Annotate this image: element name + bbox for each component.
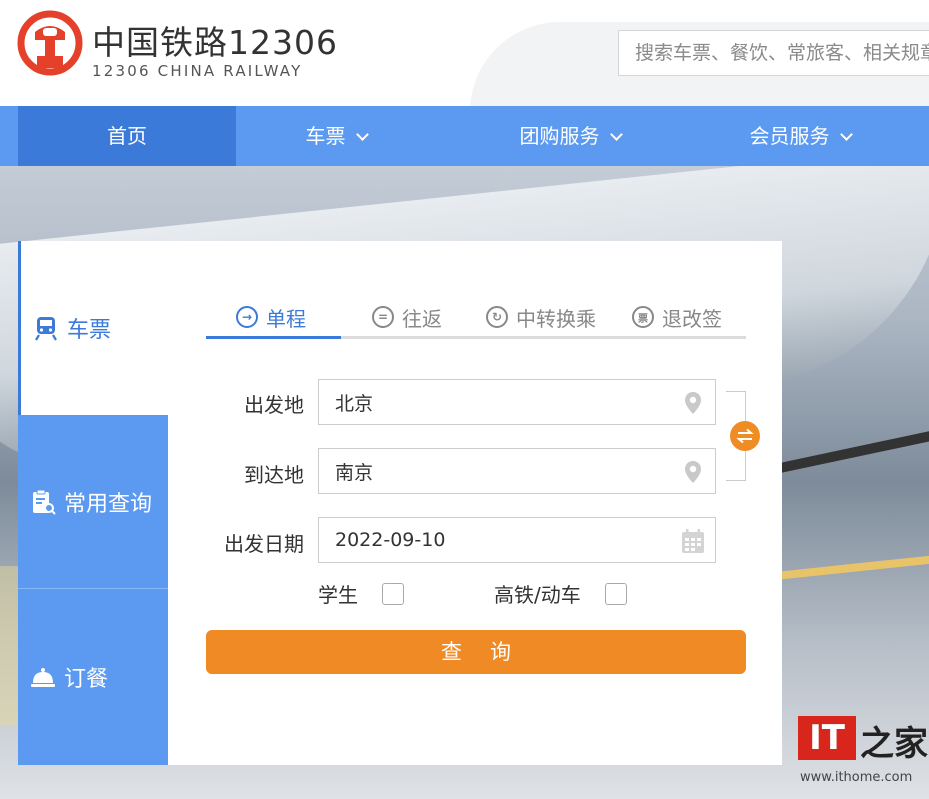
nav-item-label: 首页 xyxy=(107,124,147,148)
sidebar-item-label: 车票 xyxy=(67,318,112,343)
nav-item-label: 团购服务 xyxy=(519,124,600,148)
train-icon xyxy=(35,317,57,341)
ithome-watermark: IT 之家 www.ithome.com xyxy=(798,712,928,797)
main-nav: 首页 车票 团购服务 会员服务 xyxy=(0,106,929,166)
date-label: 出发日期 xyxy=(224,532,304,556)
watermark-url: www.ithome.com xyxy=(800,770,913,785)
query-button[interactable]: 查询 xyxy=(206,630,746,674)
brand-title: 中国铁路12306 xyxy=(92,23,338,62)
active-tab-indicator xyxy=(206,336,341,339)
sidebar-item-label: 常用查询 xyxy=(64,491,153,517)
nav-item-label: 车票 xyxy=(305,124,346,148)
location-pin-icon[interactable] xyxy=(683,460,703,484)
chevron-down-icon xyxy=(839,128,853,141)
student-label: 学生 xyxy=(318,583,358,607)
nav-item-group-service[interactable]: 团购服务 xyxy=(460,106,680,166)
tab-transfer[interactable]: ↻ 中转换乘 xyxy=(486,297,596,337)
tab-label: 退改签 xyxy=(662,306,722,331)
departure-date-input[interactable] xyxy=(319,518,715,562)
sidebar-item-meal-order[interactable]: 订餐 xyxy=(18,589,168,765)
booking-panel: 车票 常用查询 订餐 → 单程 = 往返 ↻ 中转换乘 票 退改签 出发地 北京… xyxy=(18,241,782,765)
food-cloche-icon xyxy=(31,668,55,687)
china-railway-logo[interactable] xyxy=(17,10,83,80)
tab-label: 单程 xyxy=(266,306,306,331)
from-label: 出发地 xyxy=(244,393,304,417)
sidebar-item-common-queries[interactable]: 常用查询 xyxy=(18,415,168,589)
calendar-icon[interactable] xyxy=(681,528,705,554)
to-station-input[interactable] xyxy=(319,449,715,493)
to-label: 到达地 xyxy=(244,463,304,487)
student-option: 学生 xyxy=(318,579,404,608)
sidebar-item-tickets[interactable]: 车票 xyxy=(18,241,168,415)
ticket-circle-icon: 票 xyxy=(632,306,654,328)
trip-type-tabs: → 单程 = 往返 ↻ 中转换乘 票 退改签 xyxy=(206,291,746,339)
nav-item-tickets[interactable]: 车票 xyxy=(236,106,436,166)
to-station-field[interactable] xyxy=(318,448,716,494)
swap-stations-button[interactable] xyxy=(730,421,760,451)
equals-circle-icon: = xyxy=(372,306,394,328)
arrow-circle-icon: → xyxy=(236,306,258,328)
highspeed-option: 高铁/动车 xyxy=(494,579,627,608)
nav-item-label: 会员服务 xyxy=(749,124,830,148)
transfer-circle-icon: ↻ xyxy=(486,306,508,328)
tab-one-way[interactable]: → 单程 xyxy=(236,297,306,337)
ticket-search-form: → 单程 = 往返 ↻ 中转换乘 票 退改签 出发地 北京 到达地 南京 出发日… xyxy=(206,241,760,765)
platform-line xyxy=(780,550,929,580)
nav-item-home[interactable]: 首页 xyxy=(18,106,236,166)
highspeed-label: 高铁/动车 xyxy=(494,583,581,607)
departure-date-field[interactable] xyxy=(318,517,716,563)
booking-sidebar: 车票 常用查询 订餐 xyxy=(18,241,168,765)
header: 中国铁路12306 12306 CHINA RAILWAY xyxy=(0,0,929,106)
watermark-badge: IT xyxy=(798,716,856,760)
site-search[interactable] xyxy=(618,30,929,76)
tab-round-trip[interactable]: = 往返 xyxy=(372,297,442,337)
brand-subtitle: 12306 CHINA RAILWAY xyxy=(92,62,303,80)
location-pin-icon[interactable] xyxy=(683,391,703,415)
banner-stripe xyxy=(761,425,929,477)
nav-item-member-service[interactable]: 会员服务 xyxy=(690,106,910,166)
tab-label: 中转换乘 xyxy=(516,306,596,331)
tab-refund-change[interactable]: 票 退改签 xyxy=(632,297,722,337)
sidebar-item-label: 订餐 xyxy=(64,667,109,692)
student-checkbox[interactable] xyxy=(382,582,404,605)
watermark-text: 之家 xyxy=(860,724,928,764)
from-station-input[interactable] xyxy=(319,380,715,424)
highspeed-checkbox[interactable] xyxy=(604,582,627,605)
clipboard-search-icon xyxy=(33,489,56,515)
tab-label: 往返 xyxy=(402,306,442,331)
from-station-field[interactable] xyxy=(318,379,716,425)
chevron-down-icon xyxy=(355,128,369,141)
chevron-down-icon xyxy=(609,128,623,141)
swap-icon xyxy=(736,428,754,444)
search-input[interactable] xyxy=(619,31,929,75)
